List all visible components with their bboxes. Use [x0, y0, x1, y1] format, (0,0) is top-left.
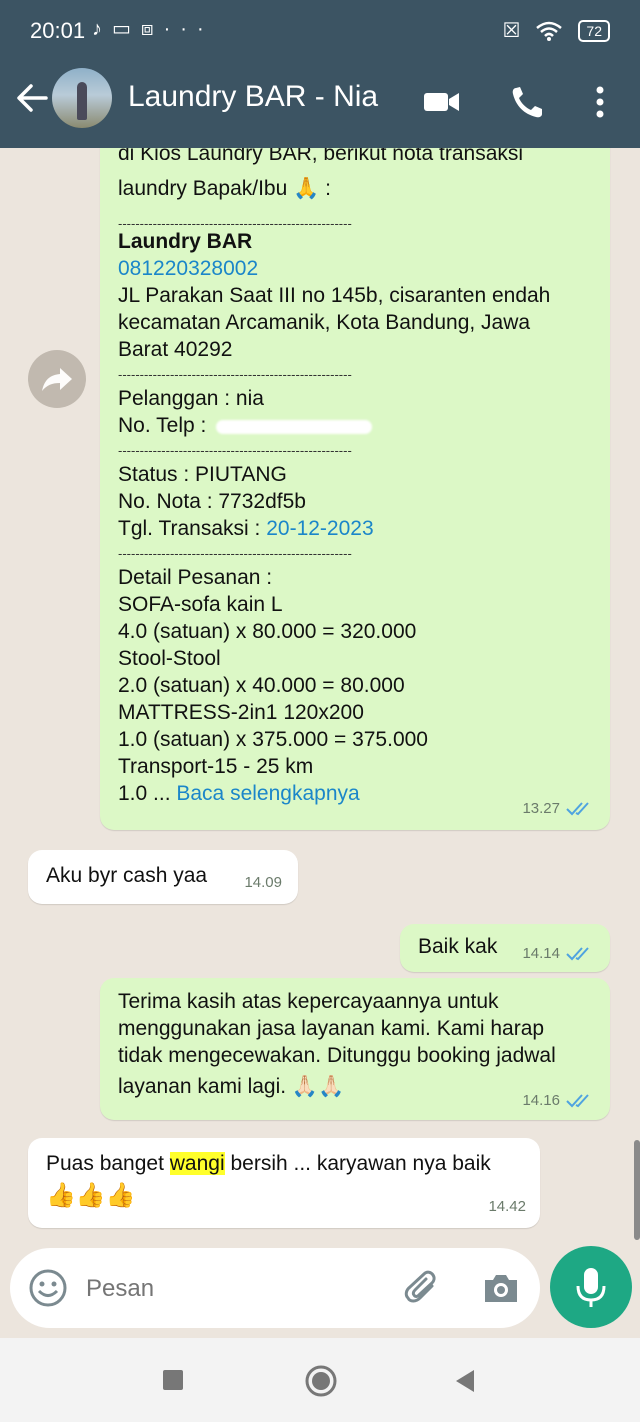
store-address-2: kecamatan Arcamanik, Kota Bandung, Jawa [118, 311, 531, 334]
customer-name: Pelanggan : nia [118, 387, 264, 410]
app-icon: ⧈ [140, 18, 164, 40]
status-time: 20:01 [30, 18, 86, 43]
laptop-icon: ▭ [112, 18, 141, 40]
status-bar: 20:01 ♪▭⧈··· ☒ 72 [0, 0, 640, 62]
message-text: Puas banget wangi bersih ... karyawan ny… [46, 1152, 491, 1175]
order-item: Transport-15 - 25 km [118, 755, 314, 778]
voice-message-button[interactable] [550, 1246, 632, 1328]
home-button[interactable] [304, 1364, 338, 1398]
store-address-1: JL Parakan Saat III no 145b, cisaranten … [118, 284, 551, 307]
message-time: 14.42 [488, 1198, 526, 1215]
order-item: Stool-Stool [118, 647, 221, 670]
date-link[interactable]: 20-12-2023 [266, 517, 373, 540]
emoji-icon[interactable] [28, 1268, 68, 1308]
contact-avatar[interactable] [52, 68, 112, 128]
battery-icon: 72 [578, 19, 610, 42]
detail-title: Detail Pesanan : [118, 566, 273, 589]
sim-off-icon: ☒ [502, 20, 521, 42]
nota-line: No. Nota : 7732df5b [118, 490, 306, 513]
message-invoice[interactable]: di Kios Laundry BAR, berikut nota transa… [100, 148, 610, 830]
message-outgoing[interactable]: Baik kak 14.14 [400, 924, 610, 972]
store-address-3: Barat 40292 [118, 338, 233, 361]
camera-icon[interactable] [482, 1270, 520, 1306]
message-meta: 14.14 [522, 940, 596, 967]
store-phone-link[interactable]: 081220328002 [118, 255, 598, 282]
back-nav-button[interactable] [452, 1368, 476, 1394]
message-line: Terima kasih atas kepercayaannya untuk [118, 990, 499, 1013]
order-item: SOFA-sofa kain L [118, 593, 283, 616]
forward-button[interactable] [28, 350, 86, 408]
message-emoji: 👍👍👍 [46, 1182, 136, 1209]
message-text: Baik kak [418, 935, 498, 958]
back-arrow-icon[interactable] [14, 80, 50, 116]
more-options-icon[interactable] [580, 84, 620, 120]
read-ticks-icon [566, 946, 589, 960]
wifi-icon [536, 21, 563, 41]
message-text: Aku byr cash yaa [46, 864, 208, 887]
tiktok-icon: ♪ [92, 18, 112, 40]
message-time: 13.27 [522, 800, 560, 817]
order-item-calc: 2.0 (satuan) x 40.000 = 80.000 [118, 674, 405, 697]
more-notifications: ··· [163, 18, 214, 40]
status-right-icons: ☒ 72 [502, 18, 610, 43]
divider: ----------------------------------------… [118, 443, 352, 458]
divider: ----------------------------------------… [118, 216, 352, 228]
store-name: Laundry BAR [118, 230, 253, 253]
divider: ----------------------------------------… [118, 367, 352, 382]
attach-icon[interactable] [402, 1268, 442, 1308]
message-line: menggunakan jasa layanan kami. Kami hara… [118, 1017, 545, 1040]
voice-call-icon[interactable] [508, 84, 548, 120]
video-call-icon[interactable] [422, 84, 462, 120]
status-line: Status : PIUTANG [118, 463, 287, 486]
invoice-intro-line: di Kios Laundry BAR, berikut nota transa… [118, 148, 524, 165]
recents-button[interactable] [163, 1370, 183, 1390]
contact-name[interactable]: Laundry BAR - Nia [128, 80, 378, 114]
message-time: 14.14 [522, 945, 560, 962]
message-input[interactable] [84, 1268, 388, 1310]
message-incoming[interactable]: Puas banget wangi bersih ... karyawan ny… [28, 1138, 540, 1228]
message-incoming[interactable]: Aku byr cash yaa 14.09 [28, 850, 298, 904]
message-composer [10, 1248, 540, 1328]
message-time: 14.16 [522, 1092, 560, 1109]
message-outgoing[interactable]: Terima kasih atas kepercayaannya untuk m… [100, 978, 610, 1120]
chat-area[interactable]: di Kios Laundry BAR, berikut nota transa… [0, 148, 640, 1238]
read-ticks-icon [566, 801, 589, 815]
forward-icon [42, 368, 72, 391]
highlighted-word: wangi [169, 1152, 225, 1175]
message-meta: 14.16 [522, 1087, 596, 1114]
order-item: MATTRESS-2in1 120x200 [118, 701, 364, 724]
customer-phone: No. Telp : [118, 412, 598, 439]
read-ticks-icon [566, 1093, 589, 1107]
message-meta: 13.27 [522, 795, 596, 822]
system-navigation-bar [0, 1338, 640, 1422]
message-time: 14.09 [244, 874, 282, 891]
invoice-intro-line2: laundry Bapak/Ibu 🙏 : [118, 177, 331, 200]
redacted-phone [216, 420, 372, 434]
chat-header: Laundry BAR - Nia [0, 62, 640, 148]
divider: ----------------------------------------… [118, 546, 352, 561]
order-item-calc: 1.0 (satuan) x 375.000 = 375.000 [118, 728, 428, 751]
read-more-link[interactable]: Baca selengkapnya [176, 782, 359, 805]
order-item-calc: 4.0 (satuan) x 80.000 = 320.000 [118, 620, 417, 643]
status-notification-icons: ♪▭⧈··· [92, 16, 214, 41]
scroll-indicator[interactable] [634, 1140, 640, 1240]
transaction-date: Tgl. Transaksi : 20-12-2023 [118, 517, 374, 540]
microphone-icon [576, 1268, 606, 1307]
message-line: tidak mengecewakan. Ditunggu booking jad… [118, 1044, 556, 1067]
